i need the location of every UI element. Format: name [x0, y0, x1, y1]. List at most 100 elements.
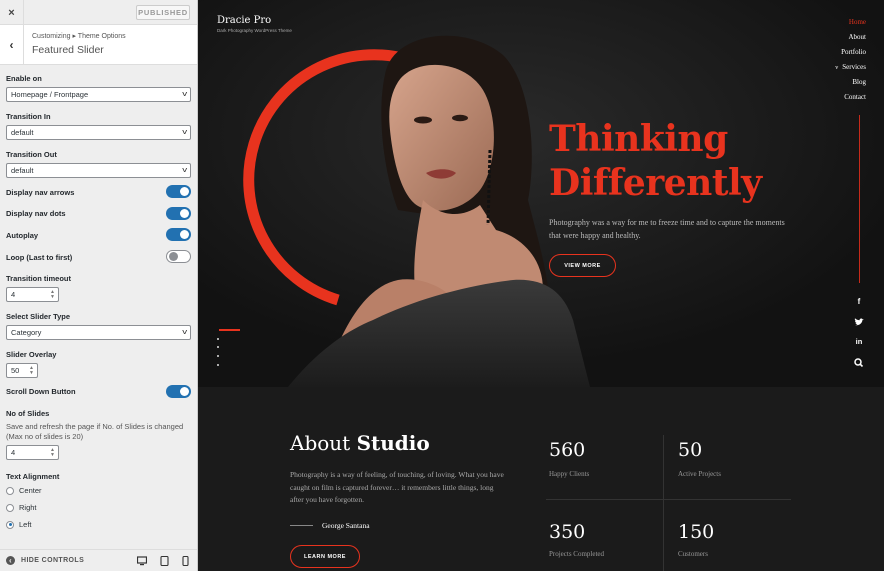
no-of-slides-value: 4	[11, 448, 16, 457]
chevron-down-icon: v	[181, 167, 187, 174]
hero-title-line2: Differently	[549, 162, 762, 204]
transition-timeout-label: Transition timeout	[6, 274, 72, 283]
nav-item-contact[interactable]: Contact	[835, 93, 866, 108]
radio-label-left: Left	[19, 520, 32, 529]
hero-title-line1: Thinking	[549, 118, 728, 160]
published-button[interactable]: PUBLISHED	[136, 5, 190, 20]
view-more-button[interactable]: VIEW MORE	[549, 254, 616, 277]
no-of-slides-label: No of Slides	[6, 409, 50, 418]
transition-timeout-input[interactable]: 4 ▲ ▼	[6, 287, 59, 302]
nav-item-services[interactable]: v Services	[835, 63, 866, 78]
enable-on-value: Homepage / Frontpage	[11, 90, 89, 99]
no-of-slides-input[interactable]: 4 ▲ ▼	[6, 445, 59, 460]
nav-label-services: Services	[842, 63, 866, 71]
about-title-light: About	[290, 431, 351, 455]
slider-type-value: Category	[11, 328, 42, 337]
main-nav: Home About Portfolio v Services Blog Cont…	[835, 18, 866, 108]
transition-timeout-value: 4	[11, 290, 16, 299]
radio-checked-icon	[6, 520, 14, 529]
no-of-slides-description: Save and refresh the page if No. of Slid…	[6, 422, 184, 441]
section-title: Featured Slider	[32, 44, 104, 56]
customizer-topbar: × PUBLISHED	[0, 0, 197, 25]
stat-value-happy-clients: 560	[549, 439, 586, 461]
stats-divider-horizontal	[546, 499, 791, 500]
twitter-icon[interactable]	[853, 318, 865, 327]
transition-out-select[interactable]: default v	[6, 163, 191, 178]
nav-item-portfolio[interactable]: Portfolio	[835, 48, 866, 63]
controls-panel: Enable on Homepage / Frontpage v Transit…	[0, 66, 197, 546]
stat-value-customers: 150	[678, 521, 715, 543]
stat-value-projects-completed: 350	[549, 521, 586, 543]
slide-indicator-line	[219, 329, 240, 331]
nav-item-home[interactable]: Home	[835, 18, 866, 33]
toggle-label-loop: Loop (Last to first)	[6, 253, 73, 262]
about-text: Photography is a way of feeling, of touc…	[290, 470, 504, 504]
section-header: ‹ Customizing ▸ Theme Options Featured S…	[0, 25, 197, 65]
enable-on-select[interactable]: Homepage / Frontpage v	[6, 87, 191, 102]
desktop-preview-icon[interactable]	[137, 556, 147, 566]
site-title[interactable]: Dracie Pro	[217, 15, 271, 26]
slide-dot[interactable]	[217, 364, 219, 366]
radio-right[interactable]: Right	[6, 503, 37, 512]
about-section: About Studio Photography is a way of fee…	[198, 387, 884, 571]
customizer-sidebar: × PUBLISHED ‹ Customizing ▸ Theme Option…	[0, 0, 198, 571]
hero-text: Photography was a way for me to freeze t…	[549, 218, 785, 240]
spinner-icon[interactable]: ▲ ▼	[50, 290, 55, 300]
chevron-down-icon: v	[181, 129, 187, 136]
transition-out-value: default	[11, 166, 34, 175]
transition-in-select[interactable]: default v	[6, 125, 191, 140]
chevron-down-icon: v	[181, 91, 187, 98]
radio-label-right: Right	[19, 503, 37, 512]
site-preview: Dracie Pro Dark Photography WordPress Th…	[198, 0, 884, 571]
toggle-label-autoplay: Autoplay	[6, 231, 39, 240]
toggle-nav-arrows[interactable]	[166, 185, 191, 198]
slider-type-select[interactable]: Category v	[6, 325, 191, 340]
radio-icon	[6, 503, 14, 512]
about-title: About Studio	[290, 431, 430, 455]
radio-center[interactable]: Center	[6, 486, 42, 495]
mobile-preview-icon[interactable]	[182, 556, 189, 566]
facebook-icon[interactable]: f	[853, 297, 865, 306]
close-icon[interactable]: ×	[0, 0, 24, 25]
text-alignment-label: Text Alignment	[6, 472, 60, 481]
toggle-nav-dots[interactable]	[166, 207, 191, 220]
collapse-icon: ‹	[6, 556, 15, 565]
toggle-scroll-down[interactable]	[166, 385, 191, 398]
enable-on-label: Enable on	[6, 74, 42, 83]
slide-dot[interactable]	[217, 338, 219, 340]
spinner-icon[interactable]: ▲ ▼	[50, 448, 55, 458]
stat-label-customers: Customers	[678, 550, 708, 558]
transition-in-label: Transition In	[6, 112, 51, 121]
nav-item-about[interactable]: About	[835, 33, 867, 48]
radio-left[interactable]: Left	[6, 520, 32, 529]
linkedin-icon[interactable]: in	[853, 337, 865, 346]
search-icon[interactable]	[853, 358, 865, 367]
stat-label-active-projects: Active Projects	[678, 470, 721, 478]
toggle-loop[interactable]	[166, 250, 191, 263]
stats-divider-vertical	[663, 435, 664, 571]
transition-in-value: default	[11, 128, 34, 137]
hide-controls-label: HIDE CONTROLS	[21, 557, 85, 564]
stat-label-projects-completed: Projects Completed	[549, 550, 605, 558]
back-icon[interactable]: ‹	[0, 25, 24, 65]
hero-title: Thinking Differently	[549, 117, 869, 205]
spinner-icon[interactable]: ▲ ▼	[29, 366, 34, 376]
hide-controls-button[interactable]: ‹ HIDE CONTROLS	[6, 556, 84, 565]
slide-dot[interactable]	[217, 346, 219, 348]
site-tagline: Dark Photography WordPress Theme	[217, 28, 292, 33]
customizer-footer: ‹ HIDE CONTROLS	[0, 549, 197, 571]
slider-overlay-value: 50	[11, 366, 20, 375]
hero-slider: Dracie Pro Dark Photography WordPress Th…	[198, 0, 884, 387]
toggle-label-nav-dots: Display nav dots	[6, 209, 66, 218]
scroll-down-label: Scroll Down Button	[6, 387, 76, 396]
toggle-autoplay[interactable]	[166, 228, 191, 241]
nav-item-blog[interactable]: Blog	[835, 78, 866, 93]
slider-overlay-input[interactable]: 50 ▲ ▼	[6, 363, 38, 378]
toggle-label-nav-arrows: Display nav arrows	[6, 188, 75, 197]
tablet-preview-icon[interactable]	[160, 556, 169, 566]
breadcrumb: Customizing ▸ Theme Options	[32, 33, 126, 40]
learn-more-button[interactable]: LEARN MORE	[290, 545, 360, 568]
slide-dot[interactable]	[217, 355, 219, 357]
transition-out-label: Transition Out	[6, 150, 57, 159]
slider-overlay-label: Slider Overlay	[6, 350, 57, 359]
